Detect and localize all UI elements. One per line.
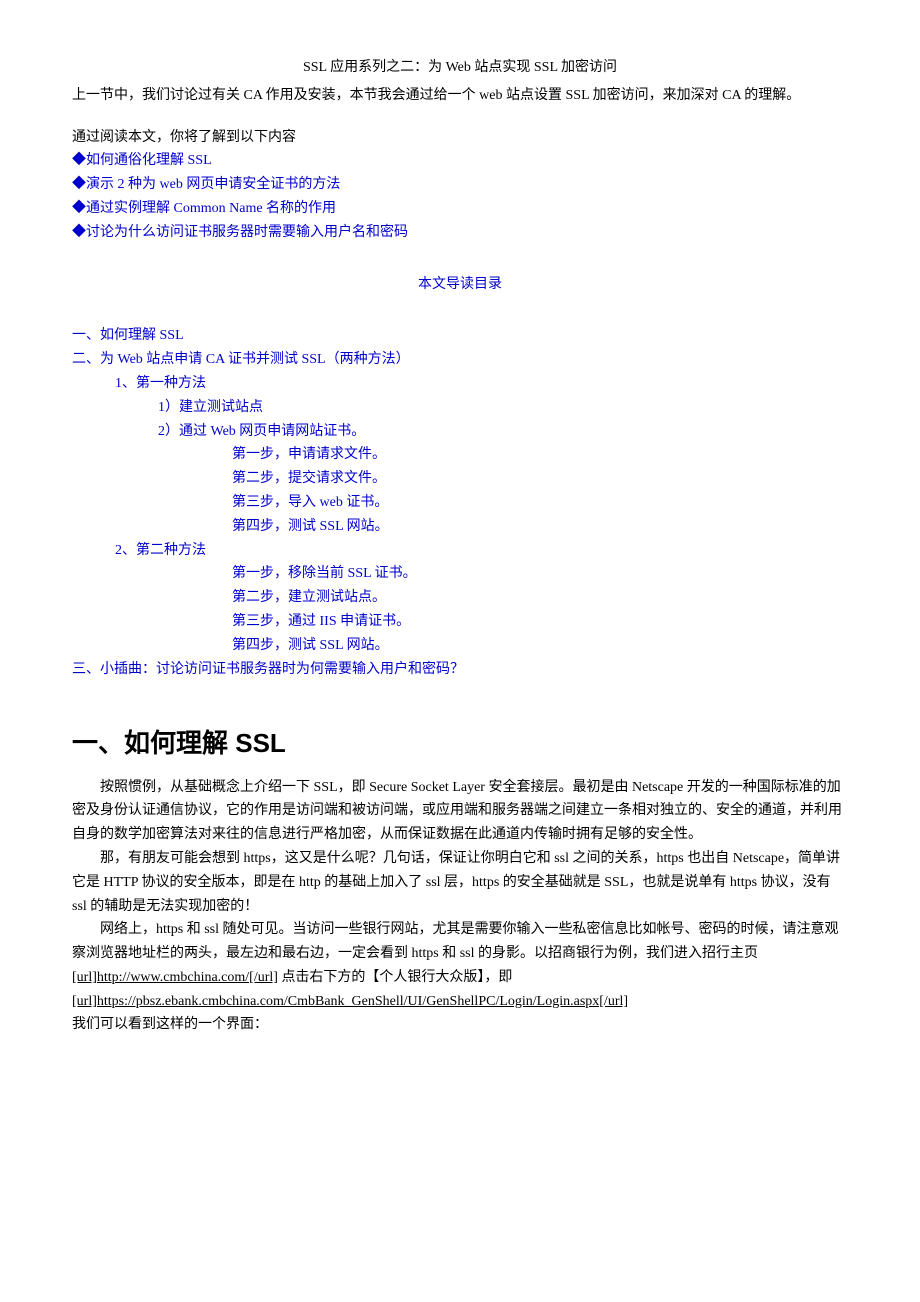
toc-l2-2-s3: 第三步，通过 IIS 申请证书。	[72, 610, 848, 634]
section-1-heading-en: SSL	[235, 728, 286, 758]
intro-paragraph: 上一节中，我们讨论过有关 CA 作用及安装，本节我会通过给一个 web 站点设置…	[72, 84, 848, 108]
toc-l2: 二、为 Web 站点申请 CA 证书并测试 SSL（两种方法）	[72, 348, 848, 372]
toc-l2-2-s1: 第一步，移除当前 SSL 证书。	[72, 562, 848, 586]
toc-l2-1-b-s1: 第一步，申请请求文件。	[72, 443, 848, 467]
bullet-item-3: ◆通过实例理解 Common Name 名称的作用	[72, 197, 848, 221]
toc-l2-2-s4: 第四步，测试 SSL 网站。	[72, 634, 848, 658]
body-p3-mid: 点击右下方的【个人银行大众版】，即	[278, 970, 513, 985]
toc-l2-1-b: 2）通过 Web 网页申请网站证书。	[72, 420, 848, 444]
toc-title: 本文导读目录	[72, 273, 848, 297]
section-1-heading-cn: 一、如何理解	[72, 728, 235, 758]
toc-l2-1: 1、第一种方法	[72, 372, 848, 396]
link-cmbchina-login[interactable]: [url]https://pbsz.ebank.cmbchina.com/Cmb…	[72, 994, 628, 1009]
body-p4: 我们可以看到这样的一个界面：	[72, 1013, 848, 1037]
toc-l3: 三、小插曲：讨论访问证书服务器时为何需要输入用户和密码？	[72, 658, 848, 682]
toc-l2-1-b-s4: 第四步，测试 SSL 网站。	[72, 515, 848, 539]
body-p1: 按照惯例，从基础概念上介绍一下 SSL，即 Secure Socket Laye…	[72, 776, 848, 847]
body-p2: 那，有朋友可能会想到 https，这又是什么呢？几句话，保证让你明白它和 ssl…	[72, 847, 848, 918]
document-page: SSL 应用系列之二：为 Web 站点实现 SSL 加密访问 上一节中，我们讨论…	[0, 0, 920, 1302]
understand-lead: 通过阅读本文，你将了解到以下内容	[72, 126, 848, 150]
toc-l1: 一、如何理解 SSL	[72, 324, 848, 348]
body-p3-pre: 网络上，https 和 ssl 随处可见。当访问一些银行网站，尤其是需要你输入一…	[72, 922, 839, 961]
toc-l2-1-a: 1）建立测试站点	[72, 396, 848, 420]
section-1-heading: 一、如何理解 SSL	[72, 721, 848, 765]
body-p3: 网络上，https 和 ssl 随处可见。当访问一些银行网站，尤其是需要你输入一…	[72, 918, 848, 1013]
bullet-item-4: ◆讨论为什么访问证书服务器时需要输入用户名和密码	[72, 221, 848, 245]
toc-l2-1-b-s3: 第三步，导入 web 证书。	[72, 491, 848, 515]
toc-l2-2: 2、第二种方法	[72, 539, 848, 563]
link-cmbchina[interactable]: [url]http://www.cmbchina.com/[/url]	[72, 970, 278, 985]
bullet-item-2: ◆演示 2 种为 web 网页申请安全证书的方法	[72, 173, 848, 197]
toc-l2-1-b-s2: 第二步，提交请求文件。	[72, 467, 848, 491]
toc-l2-2-s2: 第二步，建立测试站点。	[72, 586, 848, 610]
spacer	[72, 108, 848, 126]
document-title: SSL 应用系列之二：为 Web 站点实现 SSL 加密访问	[72, 56, 848, 80]
bullet-item-1: ◆如何通俗化理解 SSL	[72, 149, 848, 173]
